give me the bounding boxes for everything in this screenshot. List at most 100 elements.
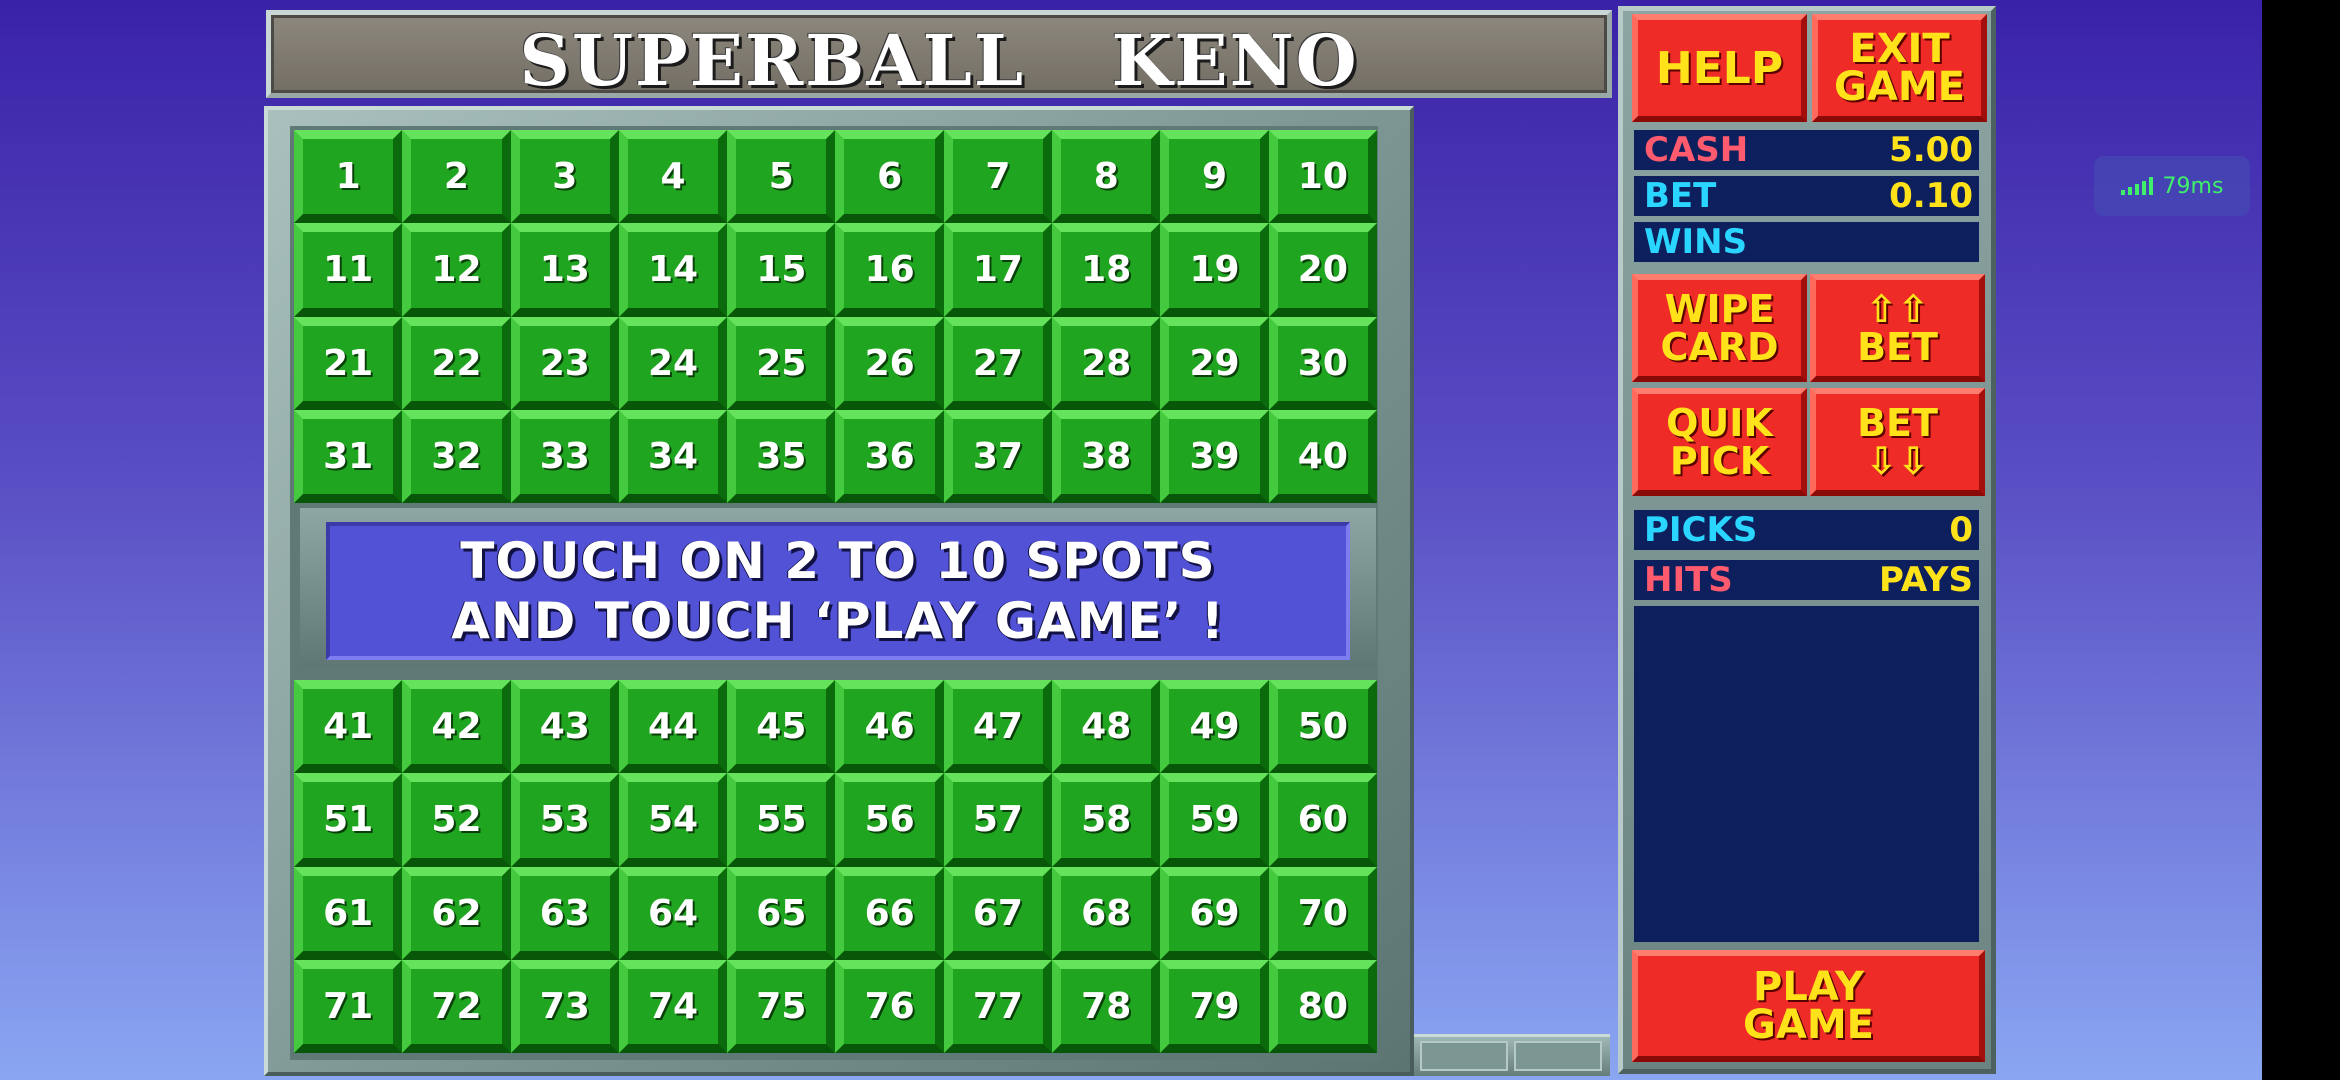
keno-number-18[interactable]: 18 <box>1052 223 1161 317</box>
keno-number-76[interactable]: 76 <box>835 959 944 1053</box>
title-word-2: KENO <box>1111 19 1359 102</box>
keno-number-4[interactable]: 4 <box>618 130 728 224</box>
keno-number-47[interactable]: 47 <box>943 680 1053 774</box>
keno-number-26[interactable]: 26 <box>835 316 944 410</box>
keno-number-2[interactable]: 2 <box>402 130 511 224</box>
keno-number-29[interactable]: 29 <box>1160 316 1269 410</box>
keno-number-19[interactable]: 19 <box>1160 223 1269 317</box>
keno-number-6[interactable]: 6 <box>835 130 944 224</box>
keno-number-8[interactable]: 8 <box>1052 130 1161 224</box>
play-label-2: GAME <box>1743 1002 1874 1048</box>
keno-number-14[interactable]: 14 <box>618 223 728 317</box>
keno-number-61[interactable]: 61 <box>294 866 403 960</box>
keno-number-36[interactable]: 36 <box>835 409 944 503</box>
keno-number-70[interactable]: 70 <box>1268 866 1377 960</box>
keno-number-34[interactable]: 34 <box>618 409 728 503</box>
keno-number-31[interactable]: 31 <box>294 409 403 503</box>
keno-number-74[interactable]: 74 <box>618 959 728 1053</box>
quik-label-2: PICK <box>1669 439 1770 483</box>
keno-number-75[interactable]: 75 <box>727 959 836 1053</box>
signal-bars-icon <box>2120 177 2153 195</box>
keno-number-41[interactable]: 41 <box>294 680 403 774</box>
wipe-label-1: WIPE <box>1664 287 1775 331</box>
keno-number-46[interactable]: 46 <box>835 680 944 774</box>
keno-number-22[interactable]: 22 <box>402 316 511 410</box>
keno-number-15[interactable]: 15 <box>727 223 836 317</box>
keno-number-7[interactable]: 7 <box>943 130 1053 224</box>
keno-number-73[interactable]: 73 <box>510 959 619 1053</box>
wins-label: WINS <box>1644 222 1748 262</box>
keno-number-60[interactable]: 60 <box>1268 773 1377 867</box>
keno-number-64[interactable]: 64 <box>618 866 728 960</box>
keno-number-9[interactable]: 9 <box>1160 130 1269 224</box>
keno-number-69[interactable]: 69 <box>1160 866 1269 960</box>
help-button[interactable]: HELP <box>1632 14 1807 122</box>
keno-number-55[interactable]: 55 <box>727 773 836 867</box>
keno-number-58[interactable]: 58 <box>1052 773 1161 867</box>
keno-number-20[interactable]: 20 <box>1268 223 1377 317</box>
exit-label-1: EXIT <box>1849 26 1950 72</box>
bet-down-button[interactable]: BET ⇩⇩ <box>1810 388 1985 496</box>
keno-number-27[interactable]: 27 <box>943 316 1053 410</box>
keno-number-42[interactable]: 42 <box>402 680 511 774</box>
bet-label: BET <box>1644 176 1717 216</box>
keno-number-53[interactable]: 53 <box>510 773 619 867</box>
keno-number-23[interactable]: 23 <box>510 316 619 410</box>
keno-number-1[interactable]: 1 <box>294 130 403 224</box>
quik-pick-button[interactable]: QUIK PICK <box>1632 388 1807 496</box>
keno-number-10[interactable]: 10 <box>1268 130 1377 224</box>
help-label: HELP <box>1655 42 1784 94</box>
quik-label-1: QUIK <box>1666 401 1773 445</box>
keno-number-68[interactable]: 68 <box>1052 866 1161 960</box>
keno-number-44[interactable]: 44 <box>618 680 728 774</box>
keno-number-35[interactable]: 35 <box>727 409 836 503</box>
keno-number-49[interactable]: 49 <box>1160 680 1269 774</box>
keno-number-79[interactable]: 79 <box>1160 959 1269 1053</box>
keno-number-59[interactable]: 59 <box>1160 773 1269 867</box>
keno-number-51[interactable]: 51 <box>294 773 403 867</box>
keno-number-39[interactable]: 39 <box>1160 409 1269 503</box>
keno-number-3[interactable]: 3 <box>510 130 619 224</box>
keno-number-71[interactable]: 71 <box>294 959 403 1053</box>
keno-number-77[interactable]: 77 <box>943 959 1053 1053</box>
cash-label: CASH <box>1644 130 1749 170</box>
keno-number-38[interactable]: 38 <box>1052 409 1161 503</box>
keno-number-56[interactable]: 56 <box>835 773 944 867</box>
keno-number-57[interactable]: 57 <box>943 773 1053 867</box>
exit-game-button[interactable]: EXIT GAME <box>1812 14 1987 122</box>
keno-number-33[interactable]: 33 <box>510 409 619 503</box>
cash-row: CASH 5.00 <box>1634 130 1979 170</box>
keno-number-21[interactable]: 21 <box>294 316 403 410</box>
keno-number-52[interactable]: 52 <box>402 773 511 867</box>
keno-number-78[interactable]: 78 <box>1052 959 1161 1053</box>
keno-number-25[interactable]: 25 <box>727 316 836 410</box>
keno-number-30[interactable]: 30 <box>1268 316 1377 410</box>
keno-number-11[interactable]: 11 <box>294 223 403 317</box>
keno-number-17[interactable]: 17 <box>943 223 1053 317</box>
keno-number-32[interactable]: 32 <box>402 409 511 503</box>
keno-number-5[interactable]: 5 <box>727 130 836 224</box>
play-game-button[interactable]: PLAY GAME <box>1632 950 1985 1062</box>
keno-number-65[interactable]: 65 <box>727 866 836 960</box>
keno-number-45[interactable]: 45 <box>727 680 836 774</box>
keno-number-80[interactable]: 80 <box>1268 959 1377 1053</box>
keno-number-13[interactable]: 13 <box>510 223 619 317</box>
bet-up-button[interactable]: ⇧⇧ BET <box>1810 274 1985 382</box>
keno-number-67[interactable]: 67 <box>943 866 1053 960</box>
keno-number-28[interactable]: 28 <box>1052 316 1161 410</box>
keno-number-12[interactable]: 12 <box>402 223 511 317</box>
keno-number-50[interactable]: 50 <box>1268 680 1377 774</box>
keno-number-43[interactable]: 43 <box>510 680 619 774</box>
wipe-card-button[interactable]: WIPE CARD <box>1632 274 1807 382</box>
keno-number-40[interactable]: 40 <box>1268 409 1377 503</box>
keno-number-16[interactable]: 16 <box>835 223 944 317</box>
keno-number-37[interactable]: 37 <box>943 409 1053 503</box>
keno-number-54[interactable]: 54 <box>618 773 728 867</box>
keno-number-66[interactable]: 66 <box>835 866 944 960</box>
keno-number-48[interactable]: 48 <box>1052 680 1161 774</box>
strip-segment <box>1514 1041 1602 1071</box>
keno-number-62[interactable]: 62 <box>402 866 511 960</box>
keno-number-63[interactable]: 63 <box>510 866 619 960</box>
keno-number-72[interactable]: 72 <box>402 959 511 1053</box>
keno-number-24[interactable]: 24 <box>618 316 728 410</box>
